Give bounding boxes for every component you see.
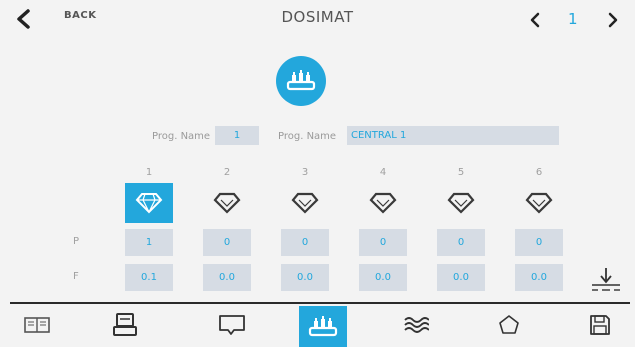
diamond-icon bbox=[291, 192, 319, 214]
channel-selector-3[interactable] bbox=[281, 183, 329, 223]
p-value-cell[interactable]: 0 bbox=[281, 229, 329, 256]
prog-name-field[interactable]: CENTRAL 1 bbox=[347, 126, 559, 145]
nav-scale-button[interactable] bbox=[110, 312, 140, 338]
f-value-cell[interactable]: 0.0 bbox=[437, 264, 485, 291]
nav-book-button[interactable] bbox=[22, 312, 52, 338]
f-value-cell[interactable]: 0.0 bbox=[281, 264, 329, 291]
book-icon bbox=[24, 317, 50, 333]
f-value-cell[interactable]: 0.0 bbox=[359, 264, 407, 291]
channel-selector-6[interactable] bbox=[515, 183, 563, 223]
p-value-cell[interactable]: 1 bbox=[125, 229, 173, 256]
f-value-cell[interactable]: 0.0 bbox=[515, 264, 563, 291]
page-number: 1 bbox=[568, 10, 578, 28]
column-number: 4 bbox=[379, 167, 387, 178]
channel-selector-1[interactable] bbox=[125, 183, 173, 223]
prog-name-label-2: Prog. Name bbox=[278, 131, 337, 142]
page-prev-icon[interactable] bbox=[528, 12, 542, 28]
tray-icon bbox=[219, 315, 245, 335]
column-number: 2 bbox=[223, 167, 231, 178]
save-icon bbox=[590, 315, 610, 335]
prog-name-label: Prog. Name bbox=[152, 131, 211, 142]
diamond-icon bbox=[525, 192, 553, 214]
p-value-cell[interactable]: 0 bbox=[437, 229, 485, 256]
diamond-icon bbox=[135, 193, 163, 214]
diamond-icon bbox=[369, 192, 397, 214]
p-value-cell[interactable]: 0 bbox=[359, 229, 407, 256]
diamond-icon bbox=[213, 192, 241, 214]
column-number: 6 bbox=[535, 167, 543, 178]
channel-selector-4[interactable] bbox=[359, 183, 407, 223]
channel-selector-2[interactable] bbox=[203, 183, 251, 223]
channel-selector-5[interactable] bbox=[437, 183, 485, 223]
column-number: 3 bbox=[301, 167, 309, 178]
dosing-icon bbox=[286, 70, 316, 91]
nav-pentagon-button[interactable] bbox=[494, 312, 524, 338]
scale-icon bbox=[113, 313, 137, 336]
nav-tray-button[interactable] bbox=[217, 312, 247, 338]
nav-save-button[interactable] bbox=[585, 312, 615, 338]
row-label-p: P bbox=[73, 236, 80, 247]
pentagon-icon bbox=[499, 315, 519, 334]
waves-icon bbox=[404, 317, 429, 333]
dosing-icon bbox=[308, 315, 338, 336]
f-value-cell[interactable]: 0.1 bbox=[125, 264, 173, 291]
column-number: 5 bbox=[457, 167, 465, 178]
row-label-f: F bbox=[73, 271, 79, 282]
diamond-icon bbox=[447, 192, 475, 214]
dosing-mode-button[interactable] bbox=[276, 56, 326, 106]
download-icon[interactable] bbox=[586, 266, 626, 294]
p-value-cell[interactable]: 0 bbox=[515, 229, 563, 256]
nav-waves-button[interactable] bbox=[401, 312, 431, 338]
p-value-cell[interactable]: 0 bbox=[203, 229, 251, 256]
column-number: 1 bbox=[145, 167, 153, 178]
f-value-cell[interactable]: 0.0 bbox=[203, 264, 251, 291]
prog-number-field[interactable]: 1 bbox=[215, 126, 259, 145]
page-next-icon[interactable] bbox=[606, 12, 620, 28]
nav-dosing-button[interactable] bbox=[299, 306, 347, 347]
